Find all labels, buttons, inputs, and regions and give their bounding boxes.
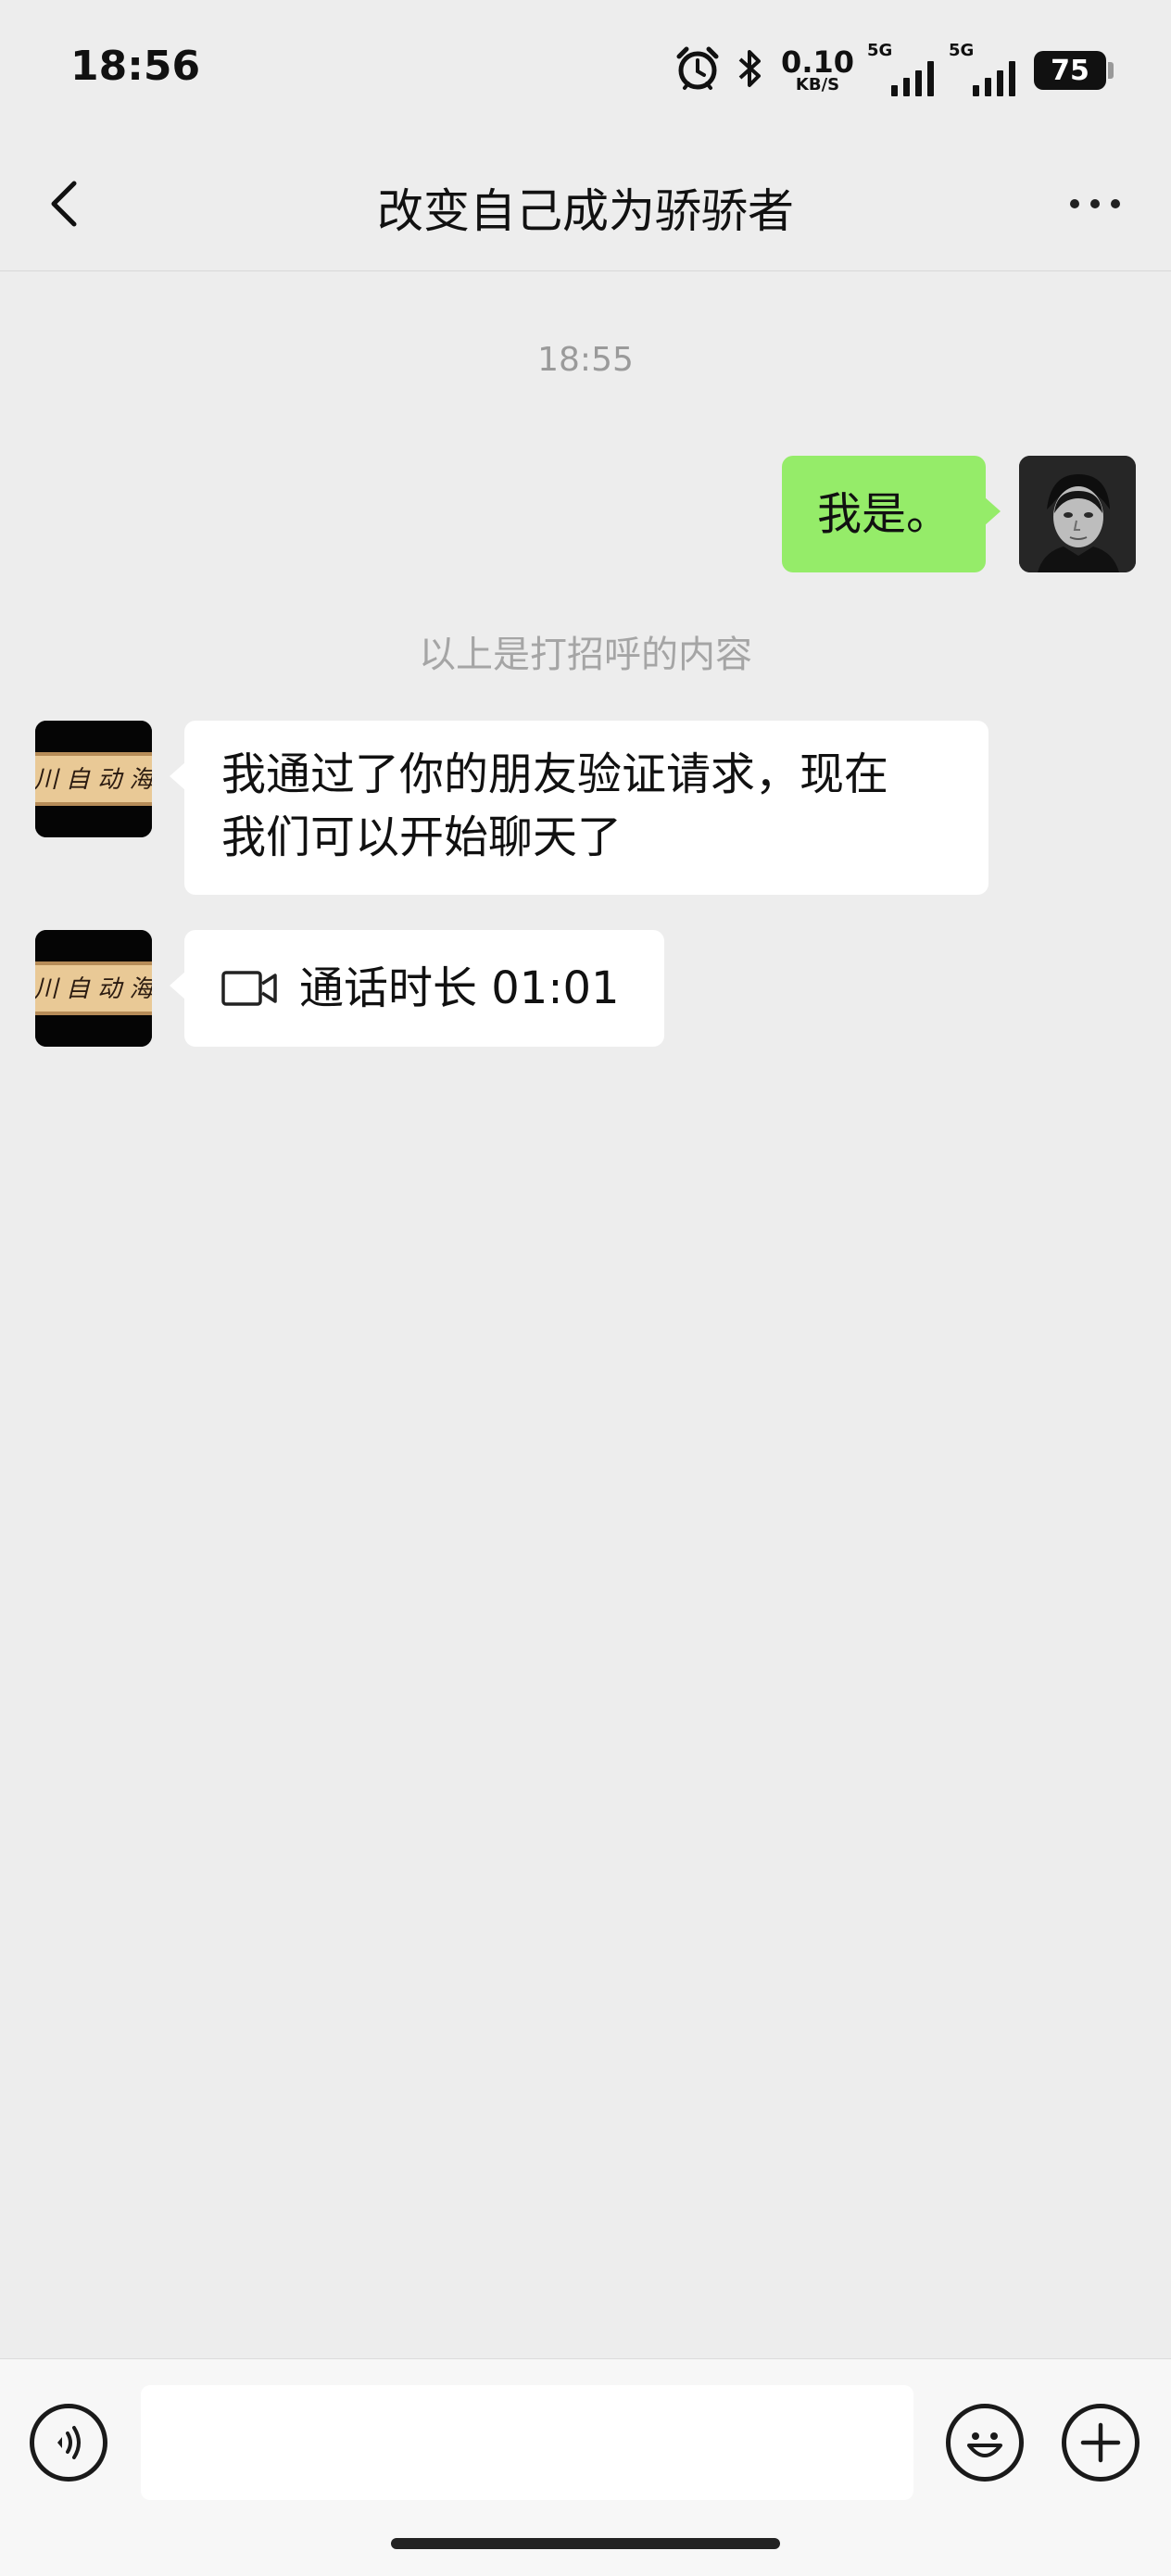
more-dot bbox=[1090, 199, 1100, 208]
sim2-label: 5G bbox=[949, 41, 975, 60]
video-call-bubble[interactable]: 通话时长 01:01 bbox=[170, 930, 664, 1047]
my-message-bubble[interactable]: 我是。 bbox=[781, 456, 1001, 572]
more-functions-button[interactable] bbox=[1062, 2404, 1140, 2482]
alarm-icon bbox=[675, 45, 720, 95]
more-dots-icon bbox=[1070, 199, 1079, 208]
emoji-icon bbox=[967, 2432, 1002, 2457]
contact-avatar[interactable]: 川 自 动 海 bbox=[35, 930, 152, 1047]
chat-title: 改变自己成为骄骄者 bbox=[377, 184, 794, 238]
network-speed-value: 0.10 bbox=[781, 44, 854, 80]
more-dot bbox=[1111, 199, 1120, 208]
voice-button[interactable] bbox=[30, 2404, 107, 2482]
contact-avatar[interactable]: 川 自 动 海 bbox=[35, 721, 152, 837]
contact-message-line-2: 我们可以开始聊天了 bbox=[221, 811, 623, 863]
plus-icon bbox=[1080, 2422, 1121, 2463]
system-notice: 以上是打招呼的内容 bbox=[419, 634, 752, 676]
status-time: 18:56 bbox=[70, 43, 201, 90]
signal-icon: 5G bbox=[867, 41, 936, 96]
network-speed: 0.10 KB/S bbox=[781, 47, 854, 94]
status-bar: 18:56 0.10 KB/S 5G 5G 75 bbox=[0, 0, 1171, 139]
status-icons: 0.10 KB/S 5G 5G 75 bbox=[675, 41, 1114, 96]
video-camera-icon bbox=[221, 971, 277, 1006]
contact-message-bubble[interactable]: 我通过了你的朋友验证请求，现在 我们可以开始聊天了 bbox=[170, 721, 988, 895]
my-avatar[interactable] bbox=[1019, 456, 1136, 572]
emoji-button[interactable] bbox=[946, 2404, 1024, 2482]
contact-avatar-text: 川 自 动 海 bbox=[35, 975, 152, 1003]
home-indicator[interactable] bbox=[391, 2538, 780, 2549]
voice-icon bbox=[57, 2426, 81, 2459]
message-input[interactable] bbox=[141, 2385, 913, 2500]
bluetooth-icon bbox=[737, 47, 764, 94]
chat-header: 改变自己成为骄骄者 bbox=[0, 139, 1171, 271]
signal-icon-sim2: 5G bbox=[949, 41, 1017, 96]
battery-icon: 75 bbox=[1034, 51, 1114, 90]
more-button[interactable] bbox=[1060, 176, 1130, 232]
sim1-label: 5G bbox=[867, 41, 893, 60]
my-message-text: 我是。 bbox=[816, 488, 951, 540]
video-call-duration: 通话时长 01:01 bbox=[299, 962, 620, 1014]
battery-level: 75 bbox=[1051, 54, 1089, 87]
contact-message-line-1: 我通过了你的朋友验证请求，现在 bbox=[221, 748, 889, 800]
message-timestamp: 18:55 bbox=[537, 341, 634, 379]
contact-avatar-text: 川 自 动 海 bbox=[35, 766, 152, 794]
